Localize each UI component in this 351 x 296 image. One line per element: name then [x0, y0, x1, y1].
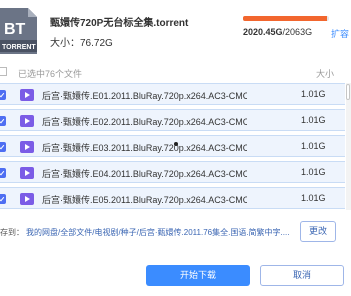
- file-list-header: 已选中76个文件 大小: [0, 62, 351, 82]
- cancel-button[interactable]: 取消: [260, 265, 344, 286]
- change-location-button[interactable]: 更改: [300, 221, 336, 242]
- video-file-icon: [20, 193, 34, 205]
- file-name: 后宫·甄嬛传.E02.2011.BluRay.720p.x264.AC3-CMC…: [42, 117, 247, 127]
- file-checkbox[interactable]: [0, 142, 6, 152]
- expand-storage-link[interactable]: 扩容: [331, 27, 349, 40]
- torrent-icon-text: BT: [4, 21, 26, 38]
- file-row[interactable]: 后宫·甄嬛传.E03.2011.BluRay.720p.x264.AC3-CMC…: [0, 135, 345, 157]
- start-download-button[interactable]: 开始下载: [146, 265, 250, 286]
- storage-quota-text: 2020.45G/2063G: [243, 27, 312, 37]
- selected-count-label: 已选中76个文件: [18, 69, 83, 79]
- video-file-icon: [20, 141, 34, 153]
- file-name: 后宫·甄嬛传.E03.2011.BluRay.720p.x264.AC3-CMC…: [42, 143, 247, 153]
- file-row[interactable]: 后宫·甄嬛传.E05.2011.BluRay.720p.x264.AC3-CMC…: [0, 187, 345, 209]
- file-checkbox[interactable]: [0, 116, 6, 126]
- video-file-icon: [20, 167, 34, 179]
- dialog-header: BT TORRENT 甄嬛传720P无台标全集.torrent 大小：76.72…: [0, 0, 351, 62]
- video-file-icon: [20, 115, 34, 127]
- save-location-row: 存到： 我的网盘/全部文件/电视剧/种子/后宫·甄嬛传.2011.76集全.国语…: [0, 218, 351, 244]
- file-size: 1.01G: [301, 89, 326, 99]
- size-column-header: 大小: [316, 69, 335, 79]
- scrollbar-thumb[interactable]: [346, 84, 350, 100]
- file-name: 后宫·甄嬛传.E01.2011.BluRay.720p.x264.AC3-CMC…: [42, 91, 247, 101]
- file-checkbox[interactable]: [0, 194, 6, 204]
- file-size: 1.01G: [301, 167, 326, 177]
- storage-quota-fill: [243, 16, 328, 21]
- storage-total: /2063G: [282, 27, 313, 37]
- select-all-checkbox[interactable]: [0, 67, 7, 76]
- dialog-footer: 开始下载 取消: [0, 257, 351, 296]
- file-row[interactable]: 后宫·甄嬛传.E02.2011.BluRay.720p.x264.AC3-CMC…: [0, 109, 345, 131]
- torrent-icon-caption: TORRENT: [2, 44, 36, 51]
- video-file-icon: [20, 89, 34, 101]
- storage-quota-bar: [243, 16, 329, 21]
- bt-torrent-icon: BT TORRENT: [0, 8, 37, 54]
- file-list-scrollbar[interactable]: [346, 83, 351, 210]
- save-location-path[interactable]: 我的网盘/全部文件/电视剧/种子/后宫·甄嬛传.2011.76集全.国语.简繁中…: [26, 227, 294, 238]
- file-checkbox[interactable]: [0, 90, 6, 100]
- torrent-file-title: 甄嬛传720P无台标全集.torrent: [50, 18, 189, 29]
- file-size: 1.01G: [301, 115, 326, 125]
- save-location-label: 存到：: [0, 228, 24, 237]
- file-size: 1.01G: [301, 193, 326, 203]
- file-name: 后宫·甄嬛传.E04.2011.BluRay.720p.x264.AC3-CMC…: [42, 169, 247, 179]
- mouse-cursor: [174, 142, 178, 146]
- file-size: 1.01G: [301, 141, 326, 151]
- file-row[interactable]: 后宫·甄嬛传.E04.2011.BluRay.720p.x264.AC3-CMC…: [0, 161, 345, 183]
- torrent-file-size: 大小：76.72G: [50, 38, 113, 49]
- file-checkbox[interactable]: [0, 168, 6, 178]
- file-name: 后宫·甄嬛传.E05.2011.BluRay.720p.x264.AC3-CMC…: [42, 195, 247, 205]
- file-list[interactable]: 后宫·甄嬛传.E01.2011.BluRay.720p.x264.AC3-CMC…: [0, 83, 351, 210]
- file-row[interactable]: 后宫·甄嬛传.E01.2011.BluRay.720p.x264.AC3-CMC…: [0, 83, 345, 105]
- storage-used: 2020.45G: [243, 27, 283, 37]
